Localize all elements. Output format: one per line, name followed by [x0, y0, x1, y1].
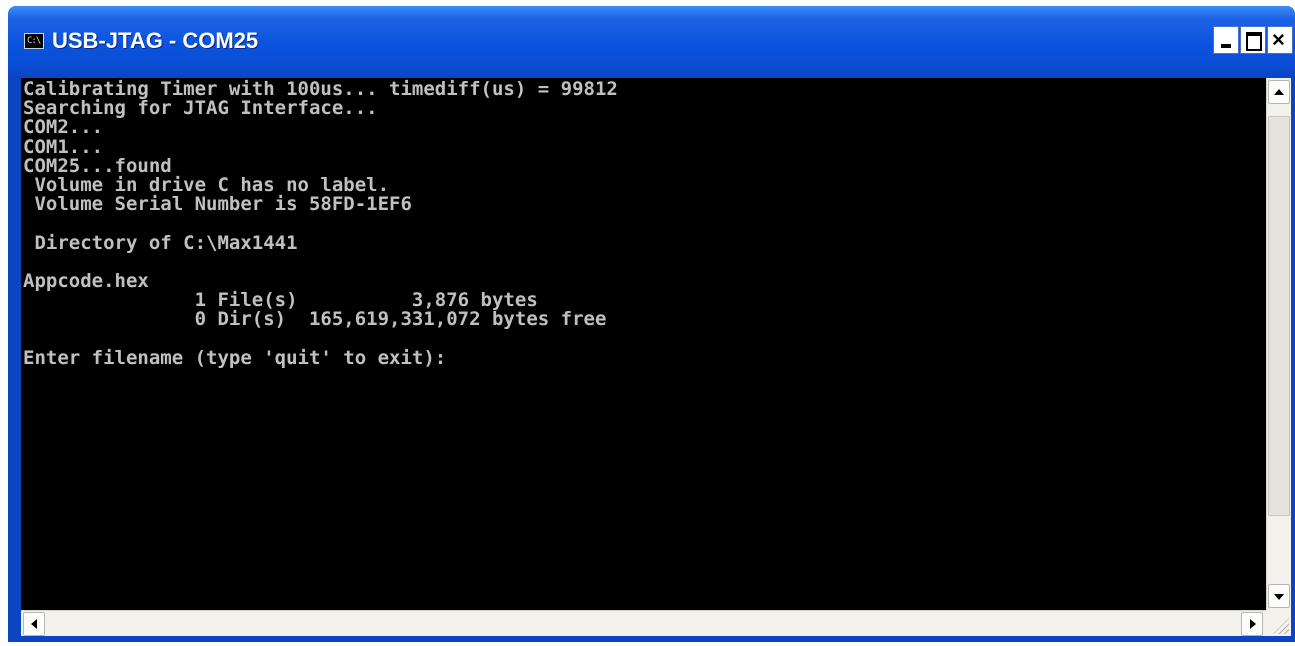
arrow-down-icon	[1274, 594, 1284, 600]
minimize-button[interactable]	[1213, 26, 1239, 54]
arrow-right-icon	[1250, 619, 1256, 629]
scroll-right-button[interactable]	[1241, 612, 1263, 636]
maximize-button[interactable]	[1240, 26, 1266, 54]
console-icon[interactable]: C:\	[24, 33, 44, 49]
title-bar[interactable]: C:\ USB-JTAG - COM25 ×	[8, 6, 1295, 78]
scroll-left-button[interactable]	[23, 612, 45, 636]
horizontal-scrollbar[interactable]	[21, 610, 1266, 636]
scroll-down-button[interactable]	[1268, 584, 1290, 608]
close-icon: ×	[1272, 27, 1285, 52]
vertical-scroll-thumb[interactable]	[1268, 116, 1290, 516]
window-title: USB-JTAG - COM25	[52, 28, 259, 53]
scroll-up-button[interactable]	[1268, 80, 1290, 104]
arrow-left-icon	[31, 619, 37, 629]
console-text: Calibrating Timer with 100us... timediff…	[21, 78, 1266, 368]
vertical-scrollbar[interactable]	[1266, 78, 1291, 610]
console-line: 0 Dir(s) 165,619,331,072 bytes free	[23, 308, 607, 331]
console-output[interactable]: Calibrating Timer with 100us... timediff…	[21, 78, 1266, 610]
console-window: C:\ USB-JTAG - COM25 × Calibrating Timer…	[8, 6, 1295, 642]
resize-grip-icon[interactable]	[1266, 610, 1291, 636]
arrow-up-icon	[1274, 89, 1284, 95]
console-icon-label: C:\	[27, 36, 41, 46]
close-button[interactable]: ×	[1267, 26, 1293, 54]
console-line: Volume Serial Number is 58FD-1EF6	[23, 193, 412, 216]
console-line: Enter filename (type 'quit' to exit):	[23, 346, 447, 369]
console-line: Directory of C:\Max1441	[23, 231, 298, 254]
